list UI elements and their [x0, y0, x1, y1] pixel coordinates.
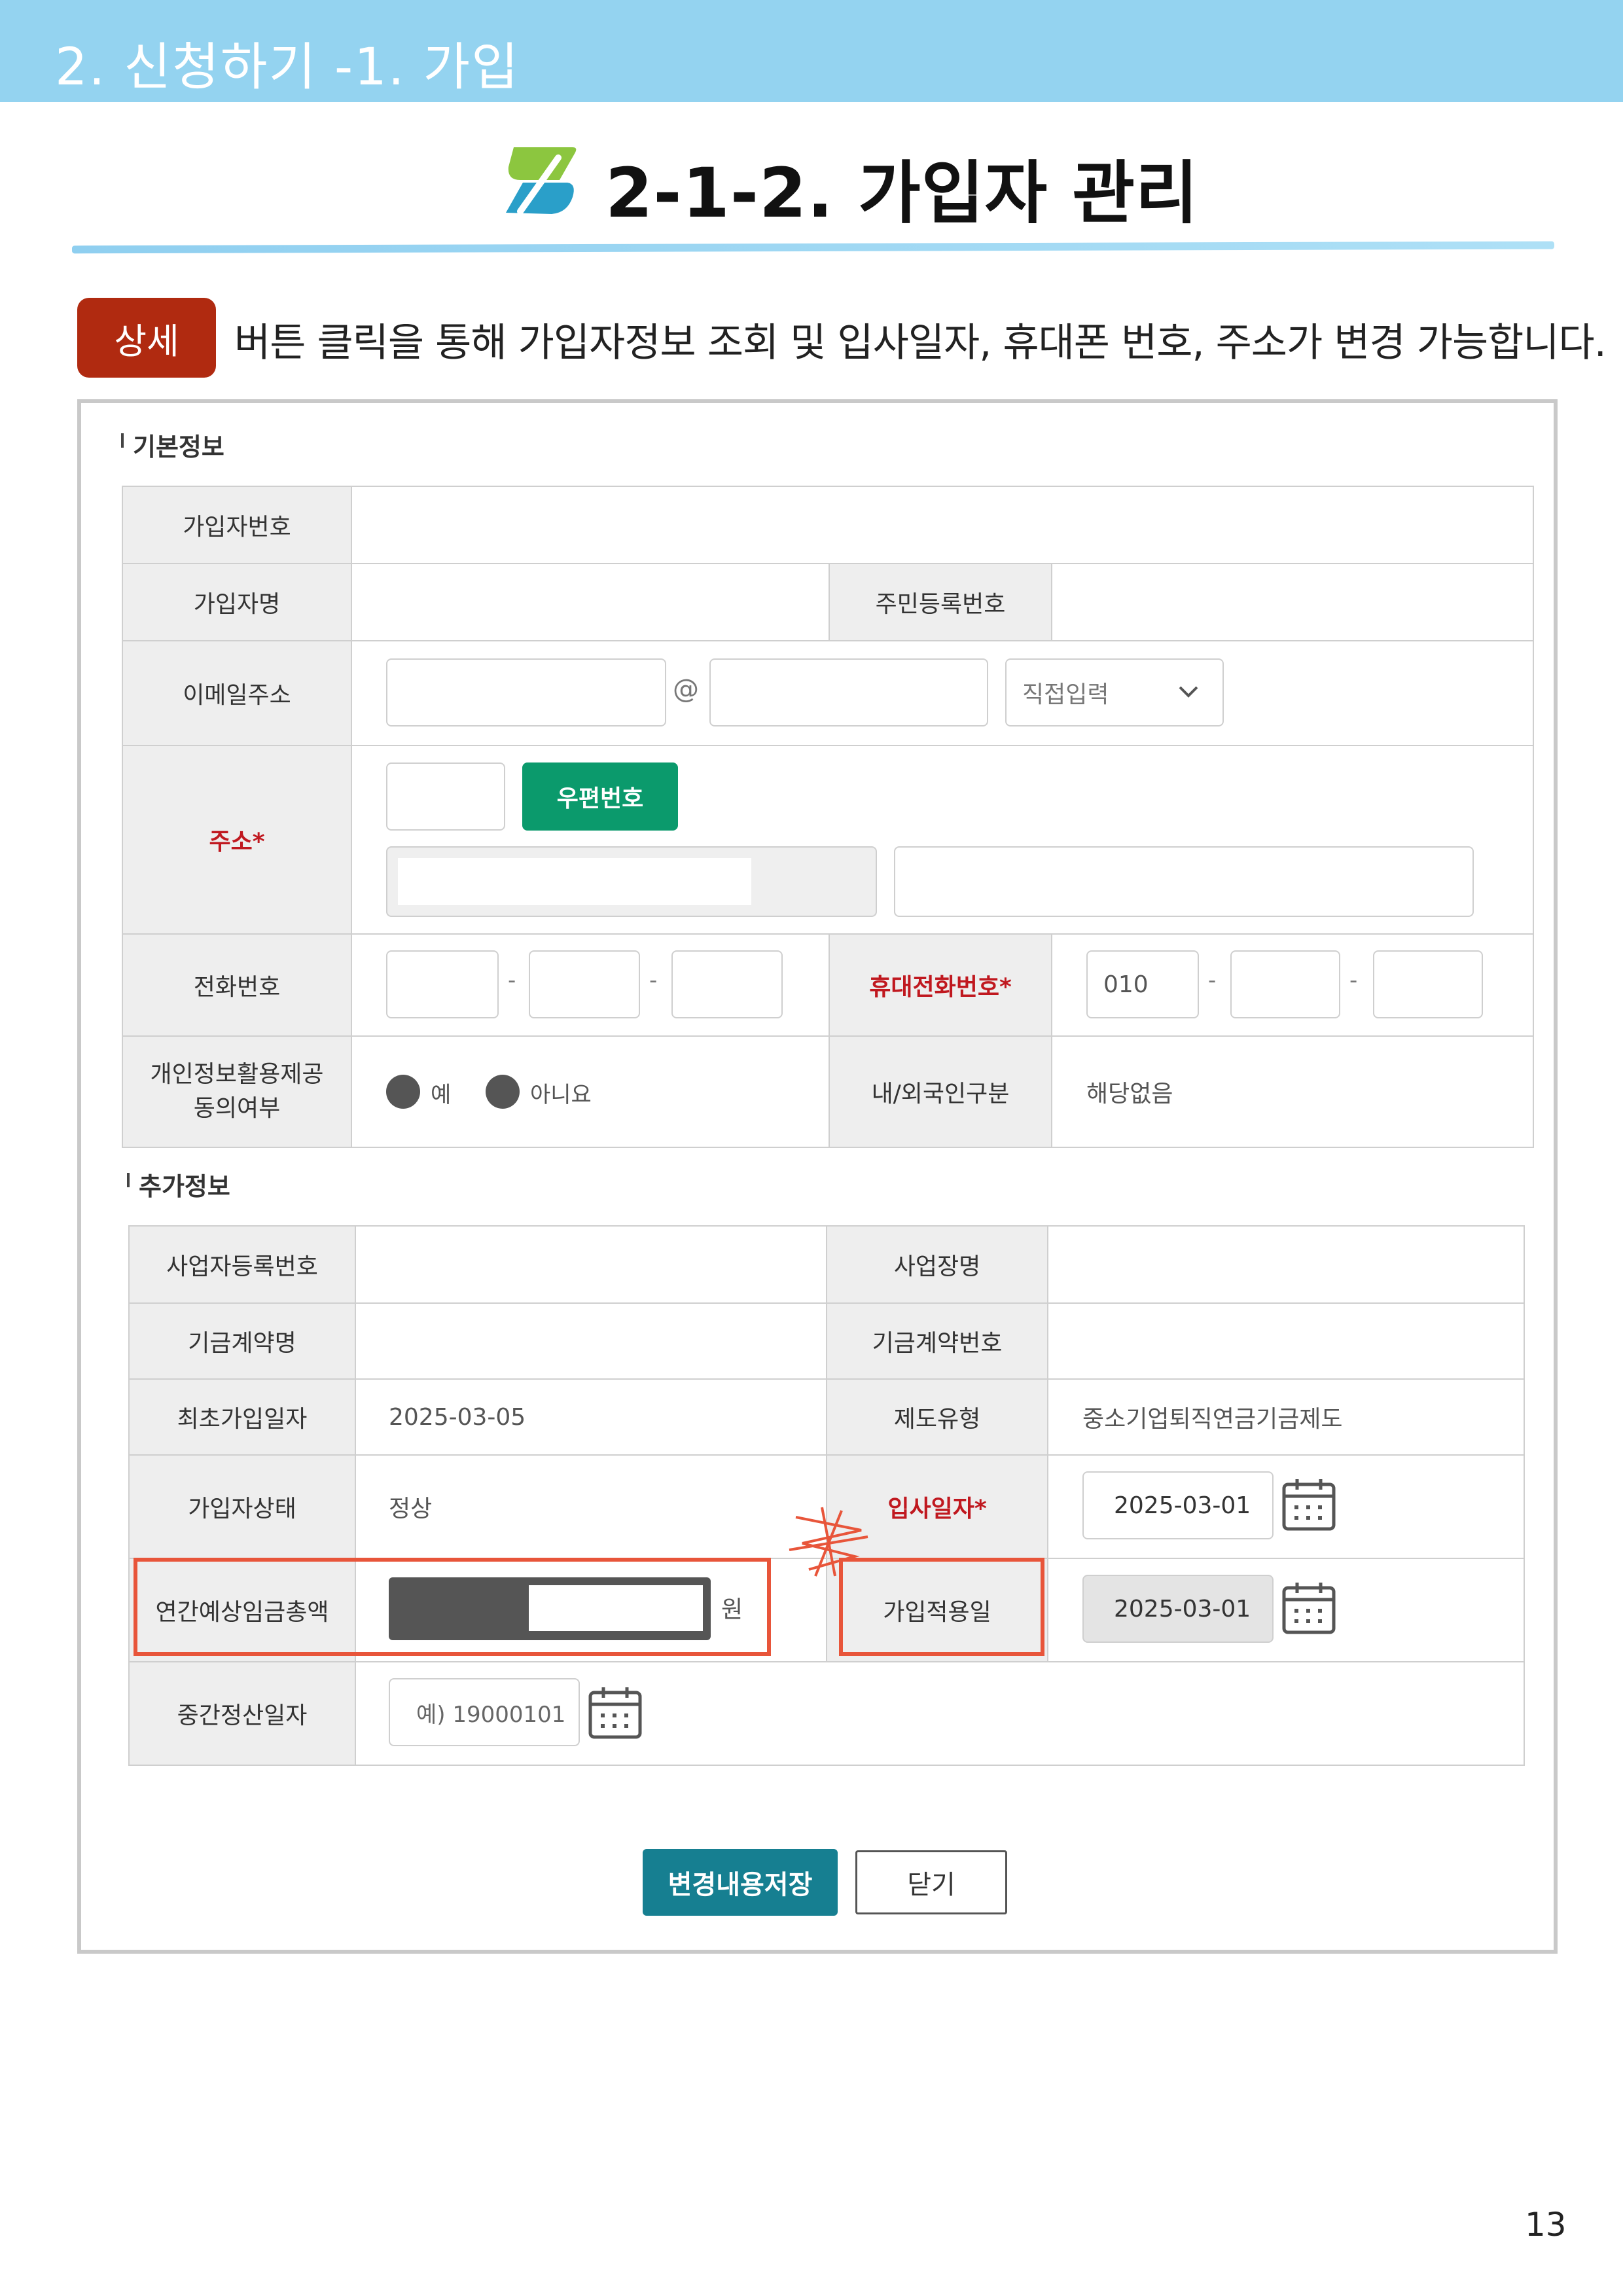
consent-no-radio[interactable]: [486, 1075, 520, 1109]
member-name-label: 가입자명: [122, 563, 352, 641]
interim-settle-input[interactable]: 예) 19000101: [389, 1678, 580, 1746]
consent-label: 개인정보활용제공 동의여부: [122, 1035, 352, 1148]
hire-date-input[interactable]: 2025-03-01: [1082, 1471, 1274, 1539]
mobile-label: 휴대전화번호*: [829, 933, 1052, 1037]
mobile-part2-input[interactable]: [1230, 950, 1340, 1018]
first-join-date-value: 2025-03-05: [355, 1378, 827, 1456]
phone-part3-input[interactable]: [671, 950, 783, 1018]
member-status-value: 정상: [355, 1454, 827, 1559]
address-detail-input[interactable]: [894, 846, 1474, 917]
member-no-label: 가입자번호: [122, 486, 352, 564]
save-changes-button[interactable]: 변경내용저장: [643, 1849, 838, 1916]
system-type-label: 제도유형: [826, 1378, 1048, 1456]
member-name-value: [351, 563, 830, 641]
top-banner: 2. 신청하기 -1. 가입: [0, 0, 1623, 102]
email-label: 이메일주소: [122, 640, 352, 746]
resident-no-label: 주민등록번호: [829, 563, 1052, 641]
address-label: 주소*: [122, 745, 352, 935]
email-id-input[interactable]: [386, 658, 666, 726]
email-at-sign: @: [673, 674, 699, 704]
first-join-date-label: 최초가입일자: [128, 1378, 356, 1456]
leaf-logo-icon: [506, 147, 577, 215]
apply-date-calendar-icon[interactable]: [1281, 1580, 1336, 1635]
interim-settle-label: 중간정산일자: [128, 1661, 356, 1766]
consent-yes-label: 예: [431, 1082, 452, 1108]
banner-title: 2. 신청하기 -1. 가입: [55, 38, 520, 97]
nationality-value: 해당없음: [1050, 1035, 1535, 1148]
consent-label-line2: 동의여부: [193, 1095, 281, 1122]
fund-contract-no-value: [1047, 1302, 1525, 1380]
consent-label-line1: 개인정보활용제공: [150, 1061, 324, 1088]
basic-info-table: 가입자번호 가입자명 주민등록번호 이메일주소 주소* 전화번호 휴대전화번호*…: [122, 486, 1535, 1148]
phone-separator-1: -: [508, 967, 516, 994]
member-status-label: 가입자상태: [128, 1454, 356, 1559]
phone-label: 전화번호: [122, 933, 352, 1037]
annual-wage-highlight-box: [134, 1558, 771, 1656]
description-text: 버튼 클릭을 통해 가입자정보 조회 및 입사일자, 휴대폰 번호, 주소가 변…: [234, 320, 1607, 366]
hire-date-value: 2025-03-01: [1114, 1492, 1251, 1519]
page-number: 13: [1525, 2206, 1567, 2244]
chevron-down-icon: [1179, 686, 1198, 698]
fund-contract-name-label: 기금계약명: [128, 1302, 356, 1380]
phone-part1-input[interactable]: [386, 950, 499, 1018]
biz-reg-no-label: 사업자등록번호: [128, 1225, 356, 1304]
detail-badge: 상세: [77, 298, 216, 378]
address-base-input[interactable]: [386, 846, 877, 917]
member-no-value: [350, 486, 1535, 564]
nationality-label: 내/외국인구분: [829, 1035, 1052, 1148]
consent-no-label: 아니요: [530, 1082, 592, 1108]
fund-contract-no-label: 기금계약번호: [826, 1302, 1048, 1380]
interim-settle-placeholder: 예) 19000101: [416, 1701, 566, 1728]
email-domain-select[interactable]: 직접입력: [1005, 658, 1224, 726]
heading-underline: [71, 241, 1555, 254]
extra-info-title: 추가정보: [127, 1166, 230, 1202]
mobile-part3-input[interactable]: [1373, 950, 1483, 1018]
phone-separator-2: -: [649, 967, 658, 994]
basic-info-title: 기본정보: [121, 427, 224, 463]
page-title: 2-1-2. 가입자 관리: [605, 153, 1199, 233]
apply-date-input: 2025-03-01: [1082, 1575, 1274, 1643]
close-button[interactable]: 닫기: [855, 1850, 1007, 1914]
system-type-value: 중소기업퇴직연금기금제도: [1047, 1378, 1525, 1456]
zip-code-input[interactable]: [386, 762, 505, 831]
mobile-prefix-value: 010: [1103, 971, 1149, 998]
section-heading: 2-1-2. 가입자 관리: [0, 131, 1623, 233]
phone-part2-input[interactable]: [529, 950, 640, 1018]
zip-search-button[interactable]: 우편번호: [522, 762, 678, 831]
email-domain-input[interactable]: [709, 658, 988, 726]
interim-settle-calendar-icon[interactable]: [588, 1685, 643, 1740]
address-masked-area: [398, 858, 751, 905]
workplace-label: 사업장명: [826, 1225, 1048, 1304]
mobile-part1-input[interactable]: 010: [1086, 950, 1199, 1018]
hire-date-calendar-icon[interactable]: [1281, 1477, 1336, 1532]
workplace-value: [1047, 1225, 1525, 1304]
fund-contract-name-value: [355, 1302, 827, 1380]
mobile-separator-1: -: [1208, 967, 1217, 994]
mobile-separator-2: -: [1349, 967, 1358, 994]
email-domain-select-value: 직접입력: [1022, 681, 1109, 708]
biz-reg-no-value: [355, 1225, 827, 1304]
consent-yes-radio[interactable]: [386, 1075, 420, 1109]
emphasis-scribble-icon: [789, 1507, 868, 1577]
resident-no-value: [1050, 563, 1535, 641]
apply-date-value: 2025-03-01: [1114, 1595, 1251, 1623]
